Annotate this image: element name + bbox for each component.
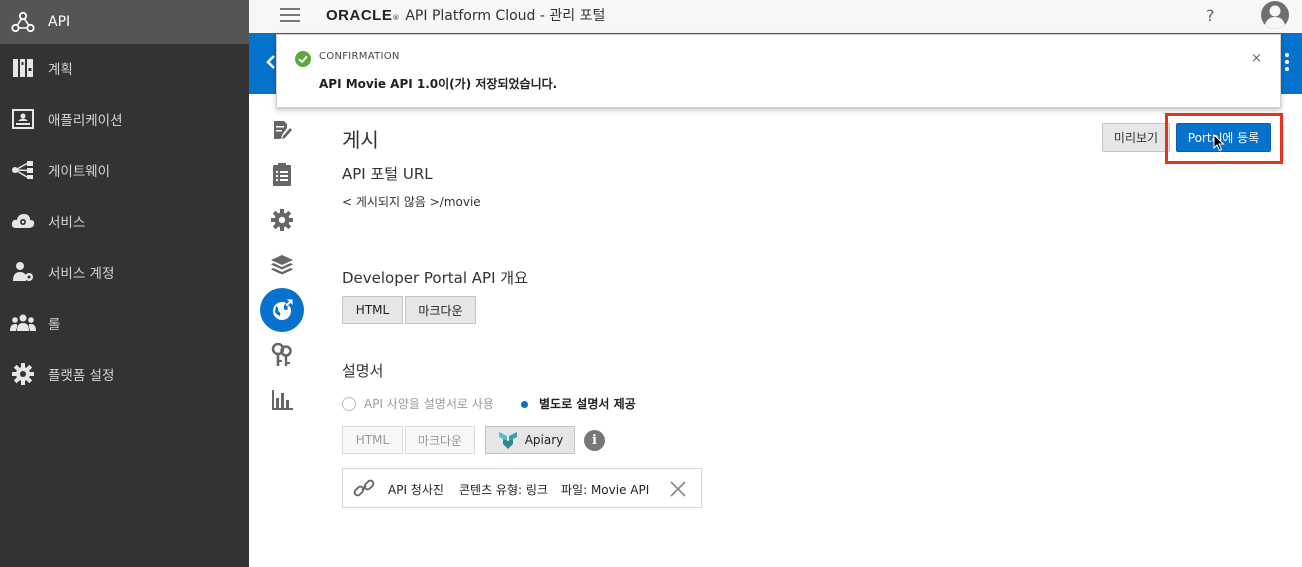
apiary-logo-icon: [498, 432, 517, 449]
gateways-icon: [10, 157, 36, 183]
doc-link-item: API 청사진 콘텐츠 유형: 링크 파일: Movie API: [342, 468, 702, 508]
portal-url-heading: API 포털 URL: [342, 165, 433, 183]
roles-icon: [10, 310, 36, 336]
radio-circle: [342, 396, 356, 411]
preview-button[interactable]: 미리보기: [1102, 123, 1170, 152]
sidebar-item-applications[interactable]: 애플리케이션: [0, 97, 249, 141]
sidebar: API 계획 애플리케이션 게이트웨이 서비스 서비스 계정 롤 플랫폼 설정: [0, 0, 249, 567]
registered-mark: ®: [392, 14, 400, 22]
doc-link-name: API 청사진: [388, 483, 444, 497]
brand: ORACLE ® API Platform Cloud - 관리 포털: [326, 5, 605, 25]
page-title: 게시: [342, 128, 379, 152]
platform-settings-icon: [10, 361, 36, 387]
success-check-icon: [295, 51, 311, 67]
service-accounts-icon: [10, 259, 36, 285]
remove-link-icon[interactable]: [669, 480, 687, 498]
sidebar-item-plans[interactable]: 계획: [0, 46, 249, 90]
tab-grants[interactable]: [260, 333, 304, 377]
tab-analytics[interactable]: [260, 378, 304, 422]
services-icon: [10, 208, 36, 234]
mouse-cursor-icon: [1213, 134, 1225, 152]
layers-icon: [271, 255, 293, 275]
sidebar-item-label: 애플리케이션: [48, 113, 123, 129]
confirmation-toast: CONFIRMATION API Movie API 1.0이(가) 저장되었습…: [276, 34, 1281, 108]
bar-chart-icon: [272, 390, 293, 410]
sidebar-item-api[interactable]: API: [0, 0, 249, 44]
tab-api-implementation[interactable]: [260, 108, 304, 152]
docs-html-option[interactable]: HTML: [342, 426, 403, 454]
hamburger-menu-icon[interactable]: [280, 8, 300, 22]
radio-use-api-spec[interactable]: API 사양을 설명서로 사용: [342, 395, 494, 412]
toast-heading: CONFIRMATION: [319, 51, 400, 62]
tab-deployments[interactable]: [260, 243, 304, 287]
sidebar-item-label: API: [48, 14, 71, 30]
radio-circle: [517, 396, 531, 411]
toast-message: API Movie API 1.0이(가) 저장되었습니다.: [319, 77, 558, 91]
sidebar-item-gateways[interactable]: 게이트웨이: [0, 148, 249, 192]
top-header: ORACLE ® API Platform Cloud - 관리 포털 ?: [249, 0, 1302, 33]
publish-globe-icon: [273, 298, 294, 320]
info-icon[interactable]: i: [584, 430, 605, 451]
tab-publication[interactable]: [260, 288, 304, 332]
radio-label: 별도로 설명서 제공: [539, 397, 636, 411]
oracle-logo: ORACLE: [326, 7, 393, 24]
sidebar-item-services[interactable]: 서비스: [0, 199, 249, 243]
sidebar-item-label: 플랫폼 설정: [48, 368, 115, 384]
radio-separate-docs[interactable]: 별도로 설명서 제공: [517, 395, 636, 412]
sidebar-item-platform-settings[interactable]: 플랫폼 설정: [0, 352, 249, 396]
tab-api-request[interactable]: [260, 153, 304, 197]
sidebar-item-label: 계획: [48, 62, 73, 78]
applications-icon: [10, 106, 36, 132]
overview-markdown-option[interactable]: 마크다운: [405, 296, 476, 324]
gear-icon: [271, 209, 293, 231]
portal-url-value: < 게시되지 않음 >/movie: [342, 195, 481, 209]
sidebar-item-label: 서비스: [48, 215, 86, 231]
user-avatar-icon[interactable]: [1260, 0, 1290, 30]
documentation-heading: 설명서: [342, 362, 384, 380]
link-chain-icon: [353, 479, 375, 497]
back-chevron-icon[interactable]: [266, 54, 276, 75]
docs-markdown-option[interactable]: 마크다운: [405, 426, 475, 454]
plans-icon: [10, 55, 36, 81]
sidebar-item-label: 서비스 계정: [48, 266, 115, 282]
doc-link-file: 파일: Movie API: [561, 483, 650, 497]
help-icon[interactable]: ?: [1206, 6, 1215, 25]
more-options-icon[interactable]: [1284, 53, 1290, 73]
radio-label: API 사양을 설명서로 사용: [364, 397, 494, 411]
sidebar-item-service-accounts[interactable]: 서비스 계정: [0, 250, 249, 294]
keys-icon: [271, 343, 292, 366]
docs-apiary-option[interactable]: Apiary: [485, 426, 575, 454]
app-title: API Platform Cloud - 관리 포털: [405, 8, 606, 24]
api-icon: [10, 9, 36, 35]
tab-settings[interactable]: [260, 198, 304, 242]
toast-close-icon[interactable]: ×: [1251, 51, 1262, 66]
doc-link-content-type: 콘텐츠 유형: 링크: [459, 483, 548, 497]
sidebar-item-roles[interactable]: 롤: [0, 301, 249, 345]
sidebar-item-label: 롤: [48, 317, 61, 333]
sidebar-item-label: 게이트웨이: [48, 164, 111, 180]
apiary-label: Apiary: [524, 433, 564, 447]
clipboard-list-icon: [273, 163, 291, 186]
edit-document-icon: [274, 121, 292, 139]
overview-html-option[interactable]: HTML: [342, 296, 403, 324]
overview-heading: Developer Portal API 개요: [342, 269, 528, 287]
